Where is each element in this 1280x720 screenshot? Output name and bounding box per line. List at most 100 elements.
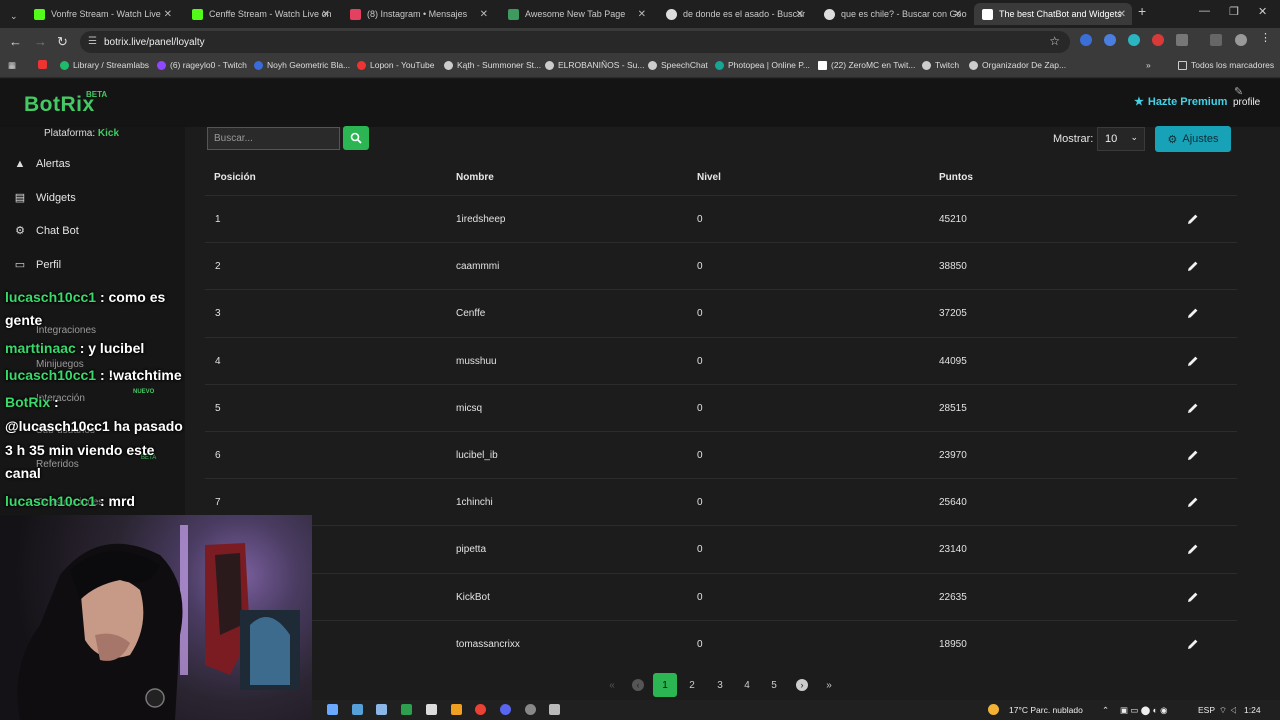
sidebar-item-alertas[interactable]: ▲ Alertas: [13, 158, 71, 170]
bookmark-2[interactable]: Noyh Geometric Bla...: [254, 60, 350, 70]
sidebar-item-integraciones[interactable]: Integraciones: [36, 325, 96, 336]
new-tab-button[interactable]: +: [1138, 3, 1146, 19]
extension-icon[interactable]: [1104, 34, 1116, 46]
last-page-button[interactable]: »: [817, 673, 841, 697]
settings-button[interactable]: ⚙ Ajustes: [1155, 126, 1231, 152]
site-info-icon[interactable]: ☰: [88, 36, 97, 47]
premium-link[interactable]: ★ Hazte Premium: [1134, 95, 1227, 109]
page-4-button[interactable]: 4: [735, 673, 759, 697]
bookmark-7[interactable]: Photopea | Online P...: [715, 60, 810, 70]
tab-5[interactable]: que es chile? - Buscar con Goo ✕: [816, 3, 968, 25]
edit-icon[interactable]: [1187, 212, 1199, 224]
close-icon[interactable]: ✕: [638, 9, 646, 20]
edit-icon[interactable]: [1187, 495, 1199, 508]
edit-icon[interactable]: [1187, 354, 1199, 366]
edit-icon[interactable]: [1187, 401, 1199, 413]
forward-icon[interactable]: →: [34, 34, 47, 49]
tab-4[interactable]: de donde es el asado - Buscar ✕: [658, 3, 810, 25]
apps-icon[interactable]: ▦: [8, 60, 16, 71]
window-close-button[interactable]: ✕: [1258, 5, 1267, 18]
bookmark-star-icon[interactable]: ☆: [1049, 34, 1060, 48]
page-1-button[interactable]: 1: [653, 673, 677, 697]
column-header-name[interactable]: Nombre: [456, 172, 494, 183]
logo[interactable]: BotRix: [24, 93, 95, 117]
back-icon[interactable]: ←: [9, 34, 22, 49]
bookmark-10[interactable]: Organizador De Zap...: [969, 60, 1066, 70]
tab-3[interactable]: Awesome New Tab Page ✕: [500, 3, 652, 25]
language-indicator[interactable]: ESP: [1198, 705, 1215, 715]
chrome-icon[interactable]: [475, 704, 486, 715]
extension-icon[interactable]: [1152, 34, 1164, 46]
obs-icon[interactable]: [525, 704, 536, 715]
maximize-button[interactable]: ❐: [1229, 5, 1239, 18]
page-3-button[interactable]: 3: [708, 673, 732, 697]
edit-icon[interactable]: [1187, 259, 1199, 272]
reload-icon[interactable]: ↻: [57, 34, 68, 50]
extension-icon[interactable]: [1128, 34, 1140, 46]
more-bookmarks-icon[interactable]: »: [1146, 60, 1151, 70]
tab-2[interactable]: (8) Instagram • Mensajes ✕: [342, 3, 494, 25]
tab-search-button[interactable]: ⌄: [2, 5, 22, 27]
bookmark-3[interactable]: Lopon - YouTube: [357, 60, 434, 70]
edit-icon[interactable]: [1187, 637, 1199, 649]
column-header-position[interactable]: Posición: [214, 172, 256, 183]
first-page-button[interactable]: «: [600, 673, 624, 697]
tab-0[interactable]: Vonfre Stream - Watch Live ✕: [26, 3, 178, 25]
search-input[interactable]: [207, 127, 340, 150]
youtube-icon[interactable]: [38, 60, 51, 69]
page-2-button[interactable]: 2: [680, 673, 704, 697]
tray-chevron-icon[interactable]: ⌃: [1102, 705, 1109, 716]
weather-text[interactable]: 17°C Parc. nublado: [1009, 705, 1083, 715]
close-icon[interactable]: ✕: [322, 9, 330, 20]
bookmark-9[interactable]: Twitch: [922, 60, 959, 70]
extension-icon[interactable]: [1080, 34, 1092, 46]
sidebar-item-chatbot[interactable]: ⚙ Chat Bot: [13, 224, 79, 238]
profile-link[interactable]: profile: [1233, 97, 1260, 108]
close-icon[interactable]: ✕: [796, 9, 804, 20]
minimize-button[interactable]: —: [1199, 5, 1210, 17]
bookmark-4[interactable]: Kąth - Summoner St...: [444, 60, 541, 70]
close-icon[interactable]: ✕: [480, 9, 488, 20]
edit-icon[interactable]: [1187, 542, 1199, 555]
app-icon[interactable]: [352, 704, 363, 715]
menu-icon[interactable]: ⋮: [1260, 31, 1272, 44]
bookmark-0[interactable]: Library / Streamlabs: [60, 60, 149, 70]
close-icon[interactable]: ✕: [954, 9, 962, 20]
close-icon[interactable]: ✕: [1118, 9, 1126, 20]
show-count-select[interactable]: 10 ⌄: [1097, 127, 1145, 151]
bookmark-5[interactable]: ELROBANIÑOS - Su...: [545, 60, 644, 70]
extensions-puzzle-icon[interactable]: [1176, 34, 1188, 46]
tab-1[interactable]: Cenffe Stream - Watch Live on ✕: [184, 3, 336, 25]
next-page-button[interactable]: ›: [790, 673, 814, 697]
bookmark-1[interactable]: (6) rageylo0 - Twitch: [157, 60, 247, 70]
page-5-button[interactable]: 5: [762, 673, 786, 697]
app-icon[interactable]: [549, 704, 560, 715]
sidebar-item-perfil[interactable]: ▭ Perfil: [13, 258, 61, 272]
clock[interactable]: 1:24: [1244, 705, 1261, 715]
wifi-volume-icons[interactable]: ⌔ ◁: [1219, 705, 1237, 716]
sidebar-item-widgets[interactable]: ▤ Widgets: [13, 191, 76, 205]
bookmark-6[interactable]: SpeechChat: [648, 60, 708, 70]
app-icon[interactable]: [426, 704, 437, 715]
app-icon[interactable]: [401, 704, 412, 715]
column-header-points[interactable]: Puntos: [939, 172, 973, 183]
edit-icon[interactable]: [1187, 590, 1199, 602]
tray-icons[interactable]: ▣ ▭ ⬤ ◐ ◉: [1120, 705, 1168, 716]
bookmark-8[interactable]: (22) ZeroMC en Twit...: [818, 60, 915, 70]
tab-6-active[interactable]: The best ChatBot and Widgets ✕: [974, 3, 1132, 25]
all-bookmarks-folder[interactable]: Todos los marcadores: [1178, 60, 1274, 70]
app-icon[interactable]: [327, 704, 338, 715]
sidebar-item-referidos[interactable]: Referidos: [36, 459, 79, 470]
discord-icon[interactable]: [500, 704, 511, 715]
prev-page-button[interactable]: ‹: [626, 673, 650, 697]
search-button[interactable]: [343, 126, 369, 150]
url-input[interactable]: ☰ botrix.live/panel/loyalty ☆: [80, 31, 1070, 53]
steam-icon[interactable]: [376, 704, 387, 715]
edit-icon[interactable]: [1187, 448, 1199, 460]
column-header-level[interactable]: Nivel: [697, 172, 721, 183]
close-icon[interactable]: ✕: [164, 9, 172, 20]
media-icon[interactable]: [1210, 34, 1222, 46]
avatar[interactable]: [1235, 34, 1247, 46]
edit-icon[interactable]: [1187, 306, 1199, 319]
app-icon[interactable]: [451, 704, 462, 715]
